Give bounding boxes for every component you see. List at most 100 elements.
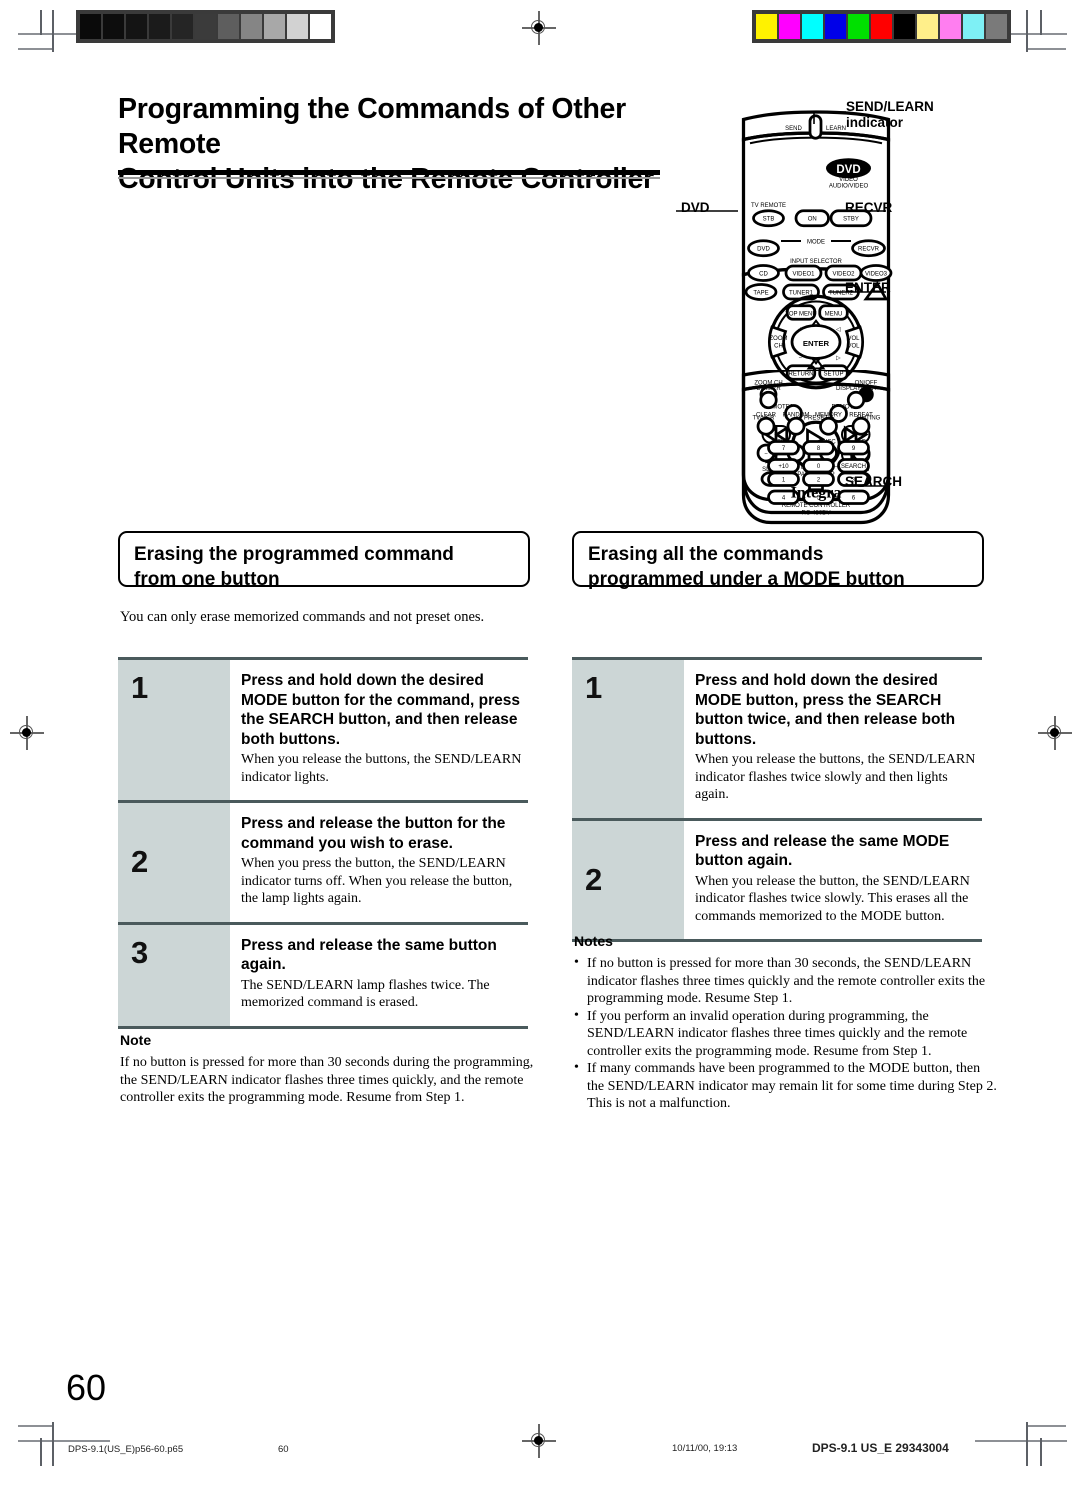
svg-text:TV REMOTE: TV REMOTE [751, 203, 786, 209]
gray-swatch-9 [287, 14, 308, 39]
gray-swatch-2 [126, 14, 147, 39]
gray-swatch-1 [103, 14, 124, 39]
left-note-block: Note If no button is pressed for more th… [120, 1031, 540, 1107]
dvd-logo-icon: DVD VIDEO AUDIO/VIDEO [826, 158, 871, 189]
crop-mark-bottom-right-v [1040, 1438, 1042, 1466]
registration-target-right [1038, 716, 1072, 750]
step-title: Press and hold down the desired MODE but… [241, 672, 521, 748]
page-title-rule [118, 170, 660, 175]
step-title: Press and release the same button again. [241, 936, 497, 974]
svg-text:RC-430DV: RC-430DV [801, 511, 830, 517]
svg-text:TAPE: TAPE [753, 290, 768, 296]
step-description: When you press the button, the SEND/LEAR… [241, 856, 513, 906]
page-number: 60 [66, 1367, 107, 1408]
callout-dvd: DVD [681, 200, 710, 215]
send-learn-indicator [808, 114, 823, 140]
callout-recvr: RECVR [845, 200, 893, 215]
svg-text:RECVR: RECVR [858, 247, 880, 253]
crop-mark-bottom-left-v2 [52, 1422, 54, 1466]
step-description: When you release the button, the SEND/LE… [695, 873, 970, 924]
registration-target-bottom [522, 1424, 556, 1458]
note-text: If no button is pressed for more than 30… [120, 1055, 534, 1105]
svg-text:Integra: Integra [791, 485, 842, 502]
note-item: If you perform an invalid operation duri… [574, 1007, 998, 1061]
color-swatch-4 [848, 14, 869, 39]
notes-list: If no button is pressed for more than 30… [574, 954, 998, 1113]
color-swatch-1 [779, 14, 800, 39]
gray-swatch-4 [172, 14, 193, 39]
step-number: 2 [572, 820, 684, 939]
page-title-line2: Control Units into the Remote Controller [118, 163, 654, 195]
svg-text:CD: CD [759, 271, 768, 277]
crop-mark-bottom-left-v [40, 1438, 42, 1466]
svg-text:VIDEO: VIDEO [839, 177, 858, 183]
svg-text:REMOTE CONTROLLER: REMOTE CONTROLLER [782, 503, 851, 509]
svg-text:AUDIO/VIDEO: AUDIO/VIDEO [829, 183, 869, 189]
crop-mark-top-right-v [1040, 10, 1042, 35]
crop-mark-bottom-right-h2 [1028, 1425, 1066, 1427]
crop-mark-bottom-right-h [975, 1440, 1067, 1442]
section-heading-left: Erasing the programmed command from one … [118, 531, 530, 590]
gray-swatch-3 [149, 14, 170, 39]
step-number: 3 [118, 924, 230, 1026]
footer-page: 60 [278, 1444, 289, 1455]
step-number: 2 [118, 803, 230, 922]
svg-text:LEARN: LEARN [826, 126, 846, 132]
gray-swatch-0 [80, 14, 101, 39]
step-description: When you release the buttons, the SEND/L… [241, 752, 522, 785]
table-row: 3 Press and release the same button agai… [118, 921, 528, 1029]
svg-text:DVD: DVD [757, 247, 770, 253]
svg-text:INPUT SELECTOR: INPUT SELECTOR [790, 259, 842, 265]
note-item: If many commands have been programmed to… [574, 1059, 998, 1113]
color-swatch-3 [825, 14, 846, 39]
table-row: 1 Press and hold down the desired MODE b… [118, 657, 528, 800]
svg-text:ENTER: ENTER [803, 339, 830, 348]
svg-text:MODE: MODE [807, 239, 825, 245]
callout-search: SEARCH [845, 474, 903, 489]
page-title: Programming the Commands of Other Remote… [118, 92, 718, 197]
crop-mark-top-right-v2 [1026, 10, 1028, 52]
crop-mark-top-right-h2 [1028, 48, 1066, 50]
gray-swatch-5 [195, 14, 216, 39]
gray-swatch-8 [264, 14, 285, 39]
page-title-line1: Programming the Commands of Other Remote [118, 93, 626, 160]
svg-text:CH: CH [774, 344, 783, 350]
step-content: Press and release the button for the com… [230, 803, 528, 922]
step-title: Press and release the same MODE button a… [695, 832, 950, 870]
step-number: 1 [118, 660, 230, 800]
color-swatch-7 [917, 14, 938, 39]
svg-text:VOL: VOL [847, 336, 860, 342]
right-steps-table: 1 Press and hold down the desired MODE b… [572, 657, 982, 942]
crop-mark-top-left-v [40, 10, 42, 35]
notes-heading: Notes [574, 933, 613, 949]
svg-text:TOP MENU: TOP MENU [785, 311, 816, 317]
color-swatch-10 [986, 14, 1007, 39]
footer-model-code: DPS-9.1 US_E 29343004 [812, 1441, 949, 1455]
svg-text:+10: +10 [778, 464, 789, 470]
registration-target-left [10, 716, 44, 750]
gray-swatch-7 [241, 14, 262, 39]
svg-text:ZOOM: ZOOM [770, 336, 788, 342]
color-swatch-0 [756, 14, 777, 39]
color-swatch-5 [871, 14, 892, 39]
svg-text:DVD: DVD [836, 164, 860, 176]
gray-swatch-10 [310, 14, 331, 39]
note-heading: Note [120, 1032, 152, 1048]
callout-enter: ENTER [845, 280, 891, 295]
svg-text:ON: ON [808, 217, 817, 223]
svg-text:STBY: STBY [843, 217, 859, 223]
crop-mark-top-left-v2 [52, 10, 54, 52]
color-calibration-bar [752, 10, 1011, 43]
page-title-rule-shadow [118, 177, 660, 179]
svg-text:MENU: MENU [825, 311, 843, 317]
table-row: 1 Press and hold down the desired MODE b… [572, 657, 982, 818]
svg-text:STB: STB [763, 217, 775, 223]
footer-timestamp: 10/11/00, 19:13 [672, 1443, 738, 1454]
grayscale-calibration-bar [76, 10, 335, 43]
step-content: Press and hold down the desired MODE but… [684, 660, 982, 818]
right-notes-block: Notes If no button is pressed for more t… [574, 932, 998, 1113]
step-content: Press and hold down the desired MODE but… [230, 660, 528, 800]
callout-send-learn: SEND/LEARN indicator [846, 99, 934, 130]
color-swatch-9 [963, 14, 984, 39]
svg-text:VIDEO3: VIDEO3 [865, 271, 888, 277]
